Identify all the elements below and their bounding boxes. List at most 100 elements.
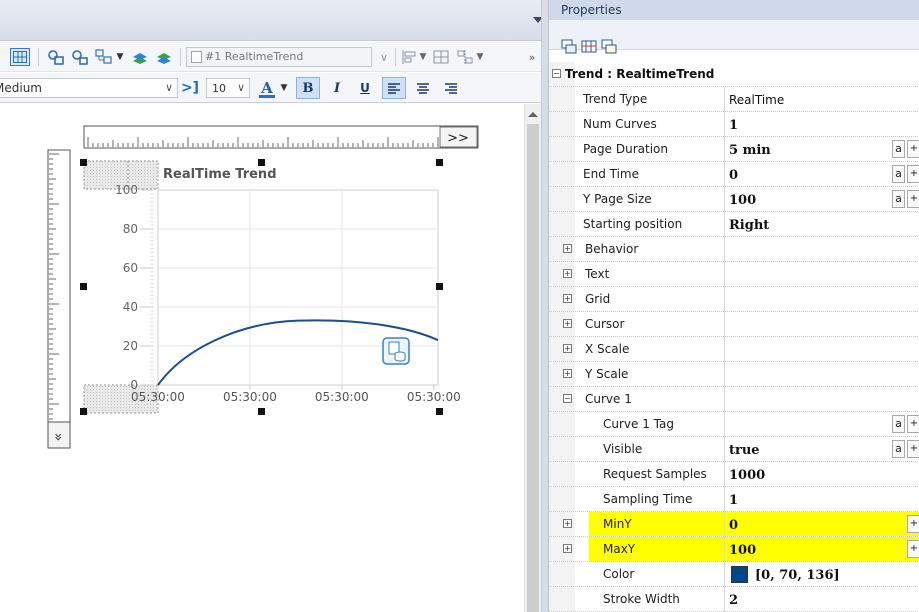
expand-icon[interactable]: + xyxy=(563,544,572,553)
property-row-visible[interactable]: Visible true a + xyxy=(549,437,919,462)
property-row-stroke-width[interactable]: Stroke Width 2 xyxy=(549,587,919,612)
align-dropdown-icon[interactable]: ▼ xyxy=(418,48,428,66)
property-row-behavior[interactable]: + Behavior xyxy=(549,237,919,262)
trend-widget[interactable]: >> » RealTime Trend 020406080100 05:30:0… xyxy=(0,104,524,612)
add-button[interactable]: + xyxy=(907,440,919,458)
collapse-icon[interactable]: − xyxy=(552,69,561,78)
expand-icon[interactable]: + xyxy=(563,269,572,278)
arrange-dropdown-icon[interactable]: ▼ xyxy=(115,48,125,66)
toolbar-overflow-icon[interactable]: » xyxy=(526,48,538,66)
property-row-page-duration[interactable]: Page Duration 5 min a + xyxy=(549,137,919,162)
property-value[interactable]: Right xyxy=(729,218,769,233)
property-key: Request Samples xyxy=(603,467,707,481)
property-row-y-scale[interactable]: + Y Scale xyxy=(549,362,919,387)
property-row-sampling-time[interactable]: Sampling Time 1 xyxy=(549,487,919,512)
property-value[interactable]: 100 xyxy=(729,543,756,558)
bring-forward-icon[interactable] xyxy=(130,48,150,66)
y-tick-label: 100 xyxy=(115,183,138,197)
add-button[interactable]: + xyxy=(907,415,919,433)
section-trend[interactable]: − Trend : RealtimeTrend xyxy=(549,62,919,87)
property-value[interactable]: [0, 70, 136] xyxy=(755,568,840,583)
property-value[interactable]: 5 min xyxy=(729,143,771,158)
animation-button[interactable]: a xyxy=(892,165,905,183)
property-row-curve-1-tag[interactable]: Curve 1 Tag a + xyxy=(549,412,919,437)
align-right-icon[interactable] xyxy=(440,77,462,99)
font-size-select[interactable]: 10 ∨ xyxy=(206,78,250,98)
scroll-thumb[interactable] xyxy=(527,124,539,612)
alphabetical-view-icon[interactable] xyxy=(581,39,597,55)
chart-title: RealTime Trend xyxy=(163,167,277,182)
property-value[interactable]: 2 xyxy=(729,593,738,608)
indent-icon[interactable]: >] xyxy=(181,79,199,97)
font-color-dropdown-icon[interactable]: ▼ xyxy=(279,79,289,97)
center-icon[interactable] xyxy=(432,48,450,66)
add-button[interactable]: + xyxy=(907,140,919,158)
property-row-x-scale[interactable]: + X Scale xyxy=(549,337,919,362)
property-row-text[interactable]: + Text xyxy=(549,262,919,287)
group-icon[interactable] xyxy=(46,48,66,66)
property-row-request-samples[interactable]: Request Samples 1000 xyxy=(549,462,919,487)
scroll-up-icon[interactable] xyxy=(528,112,538,117)
bold-button[interactable]: B xyxy=(296,77,320,99)
property-value[interactable]: true xyxy=(729,443,760,458)
animation-button[interactable]: a xyxy=(892,140,905,158)
grid-toggle-icon[interactable] xyxy=(10,48,30,66)
categorized-view-icon[interactable] xyxy=(561,39,577,55)
select-chevron-icon[interactable]: ∨ xyxy=(377,48,391,66)
property-row-maxy[interactable]: + MaxY 100 + xyxy=(549,537,919,562)
property-row-num-curves[interactable]: Num Curves 1 xyxy=(549,112,919,137)
ruler-expand-button[interactable]: >> xyxy=(447,131,469,146)
expand-icon[interactable]: + xyxy=(563,369,572,378)
panel-splitter[interactable] xyxy=(541,0,548,612)
property-row-color[interactable]: Color [0, 70, 136] xyxy=(549,562,919,587)
document-tab-bar xyxy=(0,0,548,41)
color-swatch[interactable] xyxy=(731,566,748,583)
trend-object-select[interactable]: #1 RealtimeTrend xyxy=(186,47,372,67)
property-value[interactable]: 0 xyxy=(729,518,738,533)
property-pages-icon[interactable] xyxy=(601,39,617,55)
property-row-trend-type[interactable]: Trend Type RealTime xyxy=(549,87,919,112)
property-value[interactable]: 1 xyxy=(729,493,738,508)
property-row-curve-1[interactable]: − Curve 1 xyxy=(549,387,919,412)
animation-button[interactable]: a xyxy=(892,440,905,458)
arrange-icon[interactable] xyxy=(94,48,114,66)
align-left-icon[interactable] xyxy=(382,77,406,99)
animation-button[interactable]: a xyxy=(892,190,905,208)
property-value[interactable]: 1 xyxy=(729,118,738,133)
add-button[interactable]: + xyxy=(907,190,919,208)
expand-icon[interactable]: + xyxy=(563,519,572,528)
property-row-miny[interactable]: + MinY 0 + xyxy=(549,512,919,537)
vertical-ruler-scroll-button[interactable]: » xyxy=(50,433,66,442)
design-canvas[interactable]: >> » RealTime Trend 0 20 40 60 80 100 05… xyxy=(0,104,524,612)
property-key: Curve 1 xyxy=(585,392,632,406)
property-row-grid[interactable]: + Grid xyxy=(549,287,919,312)
add-button[interactable]: + xyxy=(907,540,919,558)
distribute-dropdown-icon[interactable]: ▼ xyxy=(475,48,485,66)
property-row-cursor[interactable]: + Cursor xyxy=(549,312,919,337)
expand-icon[interactable]: + xyxy=(563,294,572,303)
animation-button[interactable]: a xyxy=(892,415,905,433)
property-row-starting-position[interactable]: Starting position Right xyxy=(549,212,919,237)
property-row-end-time[interactable]: End Time 0 a + xyxy=(549,162,919,187)
expand-icon[interactable]: + xyxy=(563,344,572,353)
property-row-y-page-size[interactable]: Y Page Size 100 a + xyxy=(549,187,919,212)
property-value[interactable]: RealTime xyxy=(729,93,784,107)
ungroup-icon[interactable] xyxy=(70,48,90,66)
property-value[interactable]: 1000 xyxy=(729,468,765,483)
expand-icon[interactable]: + xyxy=(563,319,572,328)
collapse-icon[interactable]: − xyxy=(563,394,572,403)
property-value[interactable]: 100 xyxy=(729,193,756,208)
distribute-icon[interactable] xyxy=(456,48,474,66)
underline-button[interactable]: U xyxy=(354,77,376,99)
add-button[interactable]: + xyxy=(907,165,919,183)
x-axis: 05:30:00 05:30:00 05:30:00 05:30:00 xyxy=(131,385,461,404)
font-weight-select[interactable]: Medium ∨ xyxy=(0,78,178,98)
expand-icon[interactable]: + xyxy=(563,244,572,253)
align-icon[interactable] xyxy=(400,48,418,66)
send-backward-icon[interactable] xyxy=(154,48,174,66)
italic-button[interactable]: I xyxy=(326,77,348,99)
align-center-icon[interactable] xyxy=(412,77,434,99)
canvas-vertical-scrollbar[interactable] xyxy=(524,104,541,612)
property-value[interactable]: 0 xyxy=(729,168,738,183)
add-button[interactable]: + xyxy=(907,515,919,533)
